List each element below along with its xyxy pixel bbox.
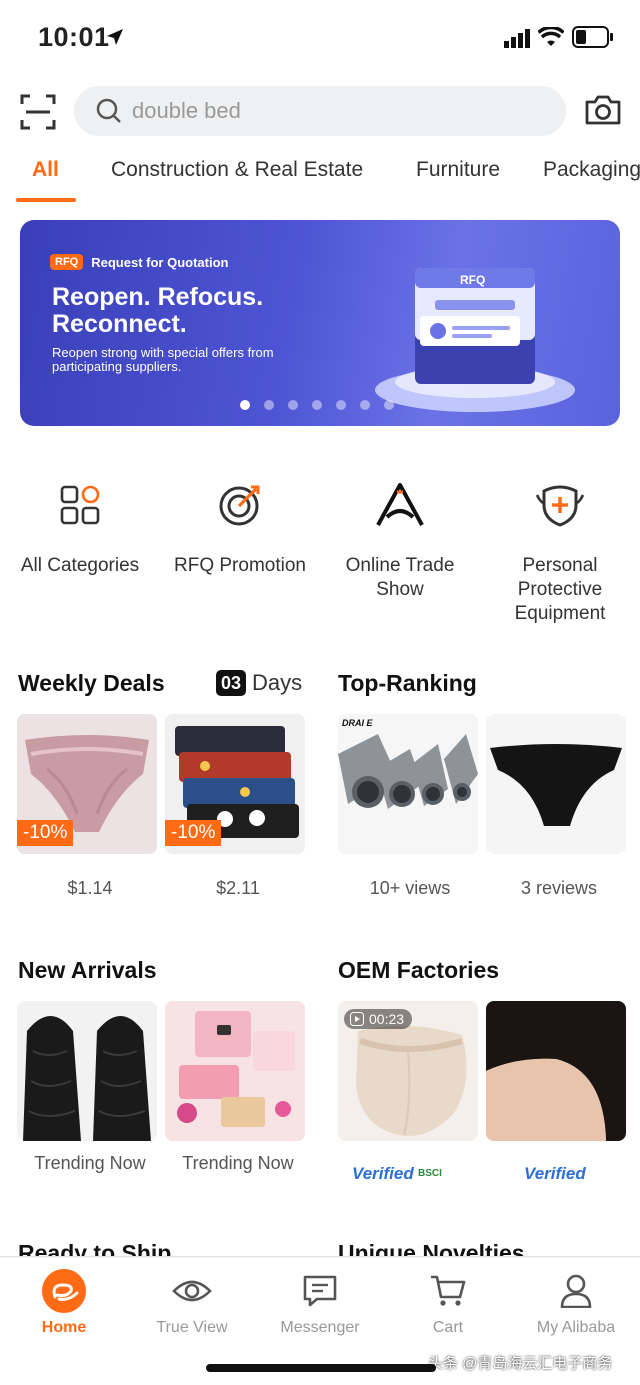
carousel-dot[interactable] bbox=[336, 400, 346, 410]
carousel-dots bbox=[240, 400, 394, 410]
nav-my-alibaba[interactable]: My Alibaba bbox=[512, 1269, 640, 1337]
quick-link-online-trade-show[interactable]: Online Trade Show bbox=[320, 480, 480, 602]
rfq-illustration: RFQ bbox=[375, 268, 575, 412]
carousel-dot[interactable] bbox=[384, 400, 394, 410]
shield-plus-icon bbox=[535, 485, 585, 527]
product-image bbox=[486, 1001, 626, 1141]
deal-tile[interactable]: -10% bbox=[165, 714, 305, 854]
bsci-badge: BSCI bbox=[418, 1168, 442, 1179]
wifi-icon bbox=[538, 27, 564, 46]
ranking-caption: 10+ views bbox=[369, 878, 451, 898]
deal-price: $1.14 bbox=[67, 878, 113, 898]
chat-icon bbox=[303, 1275, 337, 1307]
home-icon bbox=[42, 1269, 86, 1313]
illustration-label: RFQ bbox=[460, 273, 485, 287]
promo-banner[interactable]: RFQ Request for Quotation Reopen. Refocu… bbox=[20, 220, 620, 426]
oem-tile[interactable] bbox=[486, 1001, 626, 1141]
oem-tile[interactable]: 00:23 bbox=[338, 1001, 478, 1141]
status-time: 10:01 bbox=[38, 22, 110, 52]
carousel-dot[interactable] bbox=[360, 400, 370, 410]
quick-link-rfq-promotion[interactable]: RFQ Promotion bbox=[160, 480, 320, 578]
discount-badge: -10% bbox=[17, 820, 74, 846]
weekly-deals-title[interactable]: Weekly Deals bbox=[18, 670, 165, 697]
ranking-tile[interactable]: DRAI E bbox=[338, 714, 478, 854]
eye-icon bbox=[172, 1280, 212, 1302]
new-arrivals-title[interactable]: New Arrivals bbox=[18, 957, 157, 984]
banner-tag-text: Request for Quotation bbox=[91, 254, 229, 270]
nav-label: Messenger bbox=[280, 1319, 360, 1336]
deal-tile[interactable]: -10% bbox=[17, 714, 157, 854]
verified-badge: Verified bbox=[352, 1164, 414, 1183]
nav-label: Cart bbox=[432, 1319, 464, 1336]
arrival-tile[interactable] bbox=[165, 1001, 305, 1141]
target-icon bbox=[219, 485, 260, 526]
nav-messenger[interactable]: Messenger bbox=[256, 1269, 384, 1337]
quick-link-all-categories[interactable]: All Categories bbox=[0, 480, 160, 578]
play-icon bbox=[350, 1012, 364, 1026]
user-icon bbox=[560, 1274, 592, 1308]
product-image bbox=[165, 1001, 305, 1141]
categories-grid-icon bbox=[60, 485, 100, 525]
rfq-logo: RFQ bbox=[50, 254, 84, 270]
cart-icon bbox=[431, 1275, 466, 1306]
camera-icon[interactable] bbox=[584, 94, 622, 126]
quick-link-label: All Categories bbox=[20, 555, 140, 576]
product-image: DRAI E bbox=[338, 714, 478, 854]
product-image bbox=[486, 714, 626, 854]
arrival-tile[interactable] bbox=[17, 1001, 157, 1141]
deal-price: $2.11 bbox=[216, 878, 260, 898]
status-bar: 10:01 bbox=[0, 0, 640, 76]
carousel-dot[interactable] bbox=[240, 400, 250, 410]
arrival-caption: Trending Now bbox=[182, 1153, 294, 1173]
carousel-dot[interactable] bbox=[312, 400, 322, 410]
search-icon bbox=[96, 98, 121, 123]
verified-badge: Verified bbox=[524, 1164, 586, 1183]
trade-show-a-icon bbox=[376, 483, 424, 526]
ranking-caption: 3 reviews bbox=[520, 878, 598, 898]
search-input[interactable] bbox=[132, 86, 532, 136]
home-indicator[interactable] bbox=[206, 1364, 436, 1372]
days-label: Days bbox=[252, 670, 303, 695]
video-duration-chip: 00:23 bbox=[344, 1009, 413, 1029]
nav-true-view[interactable]: True View bbox=[128, 1269, 256, 1337]
cellular-signal-icon bbox=[504, 29, 530, 48]
arrival-caption: Trending Now bbox=[34, 1153, 146, 1173]
top-ranking-title[interactable]: Top-Ranking bbox=[338, 670, 477, 697]
banner-headline: Reopen. Refocus. Reconnect. bbox=[52, 283, 264, 338]
search-bar[interactable] bbox=[74, 86, 566, 136]
category-tabs: All Construction & Real Estate Furniture… bbox=[0, 150, 640, 206]
tab-furniture[interactable]: Furniture bbox=[416, 158, 500, 182]
nav-label: Home bbox=[41, 1319, 87, 1336]
days-countdown: 03 Days bbox=[216, 670, 302, 696]
video-duration: 00:23 bbox=[369, 1011, 405, 1027]
product-image bbox=[17, 1001, 157, 1141]
battery-icon bbox=[572, 26, 613, 48]
discount-badge: -10% bbox=[165, 820, 222, 846]
tab-packaging[interactable]: Packaging bbox=[543, 158, 640, 182]
location-arrow-icon bbox=[107, 29, 123, 45]
nav-cart[interactable]: Cart bbox=[384, 1269, 512, 1337]
quick-link-label: Online Trade Show bbox=[345, 555, 455, 600]
active-tab-indicator bbox=[16, 198, 76, 202]
nav-label: True View bbox=[156, 1319, 228, 1336]
tab-construction-real-estate[interactable]: Construction & Real Estate bbox=[111, 158, 363, 182]
ranking-tile[interactable] bbox=[486, 714, 626, 854]
banner-subline: Reopen strong with special offers from p… bbox=[52, 345, 274, 374]
quick-link-ppe[interactable]: Personal Protective Equipment bbox=[480, 480, 640, 626]
tab-all[interactable]: All bbox=[32, 158, 59, 182]
nav-label: My Alibaba bbox=[536, 1319, 616, 1336]
watermark: 头条 @青岛海云汇电子商务 bbox=[428, 1355, 613, 1372]
nav-home[interactable]: Home bbox=[0, 1269, 128, 1337]
quick-link-label: RFQ Promotion bbox=[174, 555, 306, 576]
oem-factories-title[interactable]: OEM Factories bbox=[338, 957, 499, 984]
brand-logo-text: DRAI E bbox=[342, 718, 373, 728]
banner-tag: RFQ Request for Quotation bbox=[50, 254, 228, 270]
carousel-dot[interactable] bbox=[264, 400, 274, 410]
scan-icon[interactable] bbox=[20, 94, 56, 130]
quick-link-label: Personal Protective Equipment bbox=[514, 555, 606, 624]
days-number: 03 bbox=[216, 670, 246, 696]
carousel-dot[interactable] bbox=[288, 400, 298, 410]
